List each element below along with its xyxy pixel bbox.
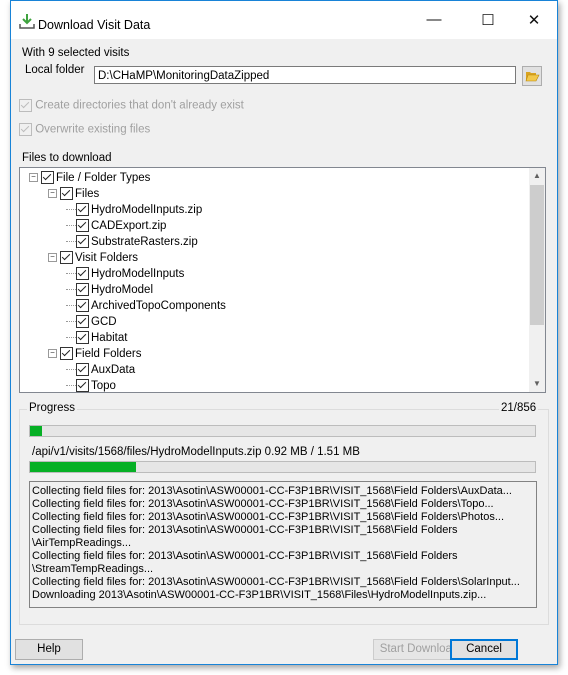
create-directories-label: Create directories that don't already ex… [35,99,244,112]
log-line: Collecting field files for: 2013\Asotin\… [32,550,458,575]
window-title: Download Visit Data [38,18,151,32]
tree-node[interactable]: − Field Folders [48,346,141,362]
checkbox-icon [19,123,32,136]
tree-line [66,273,76,275]
overall-progress-bar [29,425,536,437]
current-file-text: /api/v1/visits/1568/files/HydroModelInpu… [32,446,360,458]
overall-progress-fill [30,426,43,436]
checkbox-icon[interactable] [60,347,73,361]
tree-node-label: HydroModel [91,284,153,296]
tree-node[interactable]: − File / Folder Types [29,170,150,186]
log-line: Collecting field files for: 2013\Asotin\… [32,485,512,497]
file-progress-fill [30,462,137,472]
checkbox-icon[interactable] [76,299,89,313]
tree-node[interactable]: − Visit Folders [48,250,138,266]
tree-node[interactable]: GCD [66,314,117,330]
tree-node-label: File / Folder Types [56,172,151,184]
log-line: Collecting field files for: 2013\Asotin\… [32,498,494,510]
scroll-down-icon[interactable]: ▼ [529,376,545,392]
checkbox-icon[interactable] [60,251,73,265]
tree-node[interactable]: AuxData [66,362,136,378]
tree-node-label: Visit Folders [75,252,139,264]
tree-line [66,337,76,339]
tree-node[interactable]: Topo [66,378,116,392]
checkbox-icon[interactable] [76,283,89,297]
checkbox-icon[interactable] [76,315,89,329]
checkbox-icon[interactable] [76,379,89,392]
checkbox-icon[interactable] [76,235,89,249]
tree-node-label: ArchivedTopoComponents [91,300,226,312]
checkbox-icon[interactable] [76,363,89,377]
checkbox-icon [19,99,32,112]
download-visit-data-dialog: Download Visit Data — ☐ ✕ With 9 selecte… [10,0,558,665]
help-button[interactable]: Help [15,639,83,660]
tree-node[interactable]: HydroModel [66,282,153,298]
tree-node-label: Habitat [91,332,128,344]
checkbox-icon[interactable] [76,331,89,345]
tree-node-label: HydroModelInputs.zip [91,204,203,216]
tree-line [66,225,76,227]
scroll-thumb[interactable] [530,185,544,325]
checkbox-icon[interactable] [76,267,89,281]
overwrite-files-label: Overwrite existing files [35,123,151,136]
tree-node[interactable]: Habitat [66,330,128,346]
log-line: Collecting field files for: 2013\Asotin\… [32,524,458,549]
file-progress-bar [29,461,536,473]
maximize-button[interactable]: ☐ [473,11,503,31]
minimize-button[interactable]: — [419,11,449,31]
checkbox-icon[interactable] [76,203,89,217]
tree-node-label: HydroModelInputs [91,268,185,280]
checkbox-icon[interactable] [60,187,73,201]
create-directories-checkbox[interactable]: Create directories that don't already ex… [19,99,244,112]
log-line: Collecting field files for: 2013\Asotin\… [32,511,505,523]
title-bar: Download Visit Data — ☐ ✕ [11,1,557,39]
local-folder-input[interactable]: D:\CHaMP\MonitoringDataZipped [94,66,516,84]
selection-text: With 9 selected visits [22,47,130,59]
collapse-icon[interactable]: − [48,349,57,359]
log-output[interactable]: Collecting field files for: 2013\Asotin\… [29,481,537,608]
cancel-button[interactable]: Cancel [450,639,518,660]
tree-node[interactable]: HydroModelInputs.zip [66,202,203,218]
tree-node-label: CADExport.zip [91,220,167,232]
download-icon [19,14,35,29]
log-line: Collecting field files for: 2013\Asotin\… [32,576,520,588]
tree-node[interactable]: SubstrateRasters.zip [66,234,198,250]
tree-scrollbar[interactable]: ▲ ▼ [529,168,545,392]
collapse-icon[interactable]: − [48,189,57,199]
tree-line [66,289,76,291]
close-button[interactable]: ✕ [519,11,549,31]
folder-open-icon [525,72,540,82]
collapse-icon[interactable]: − [48,253,57,263]
tree-node-label: GCD [91,316,117,328]
files-to-download-label: Files to download [22,152,112,164]
tree-node-label: Topo [91,380,116,392]
tree-node[interactable]: − Files [48,186,99,202]
tree-line [66,241,76,243]
tree-line [66,305,76,307]
tree-line [66,385,76,387]
checkbox-icon[interactable] [41,171,54,185]
scroll-up-icon[interactable]: ▲ [529,168,545,184]
tree-node[interactable]: HydroModelInputs [66,266,185,282]
checkbox-icon[interactable] [76,219,89,233]
browse-folder-button[interactable] [522,66,542,86]
tree-node-label: Files [75,188,100,200]
files-tree[interactable]: − File / Folder Types − Files HydroModelInpu… [19,167,546,393]
tree-line [66,209,76,211]
progress-count: 21/856 [499,402,539,414]
tree-line [66,321,76,323]
collapse-icon[interactable]: − [29,173,38,183]
tree-node[interactable]: CADExport.zip [66,218,167,234]
overwrite-files-checkbox[interactable]: Overwrite existing files [19,123,150,136]
tree-node-label: SubstrateRasters.zip [91,236,198,248]
tree-node-label: Field Folders [75,348,142,360]
tree-node-label: AuxData [91,364,136,376]
log-line: Downloading 2013\Asotin\ASW00001-CC-F3P1… [32,589,487,601]
tree-line [66,369,76,371]
tree-node[interactable]: ArchivedTopoComponents [66,298,226,314]
progress-label: Progress [27,402,78,414]
local-folder-label: Local folder [25,64,85,76]
